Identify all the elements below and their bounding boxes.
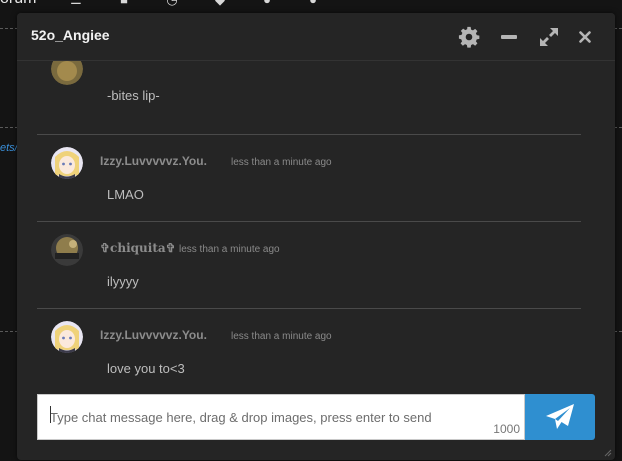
- message-text: ilyyyy: [107, 274, 139, 289]
- forum-top-bar: orum ☰ ■ ◷ ◆ ● ●: [0, 0, 622, 10]
- list-icon[interactable]: ☰: [69, 0, 83, 6]
- settings-button[interactable]: [457, 25, 481, 49]
- user-avatar[interactable]: [51, 321, 83, 353]
- forum-title-fragment[interactable]: orum: [0, 0, 36, 8]
- chat-header[interactable]: 52o_Angiee: [17, 13, 615, 61]
- forum-link-fragment[interactable]: ets/: [0, 142, 18, 154]
- message-text: -bites lip-: [107, 88, 160, 103]
- gear-icon: [458, 26, 480, 48]
- message-list[interactable]: -bites lip- Izzy.Luvvvvvz.You. less than…: [17, 61, 615, 391]
- message-text: love you to<3: [107, 361, 185, 376]
- text-caret: [50, 406, 51, 423]
- minimize-icon: [501, 35, 517, 39]
- message-timestamp: less than a minute ago: [179, 244, 280, 255]
- message-icon[interactable]: ■: [117, 0, 131, 6]
- expand-icon: [540, 28, 558, 46]
- user-avatar[interactable]: [51, 147, 83, 179]
- chat-message: -bites lip-: [37, 61, 581, 135]
- chat-message: ✞chiquita✞ less than a minute ago ilyyyy: [37, 222, 581, 309]
- user-avatar[interactable]: [51, 61, 83, 85]
- chat-window: 52o_Angiee -bites lip- Izzy.Luvvvvvz.You…: [17, 13, 615, 460]
- minimize-button[interactable]: [497, 25, 521, 49]
- users-icon[interactable]: ●: [306, 0, 320, 6]
- chat-message-input[interactable]: [38, 395, 524, 439]
- user-avatar[interactable]: [51, 234, 83, 266]
- chat-message: Izzy.Luvvvvvz.You. less than a minute ag…: [37, 135, 581, 222]
- message-timestamp: less than a minute ago: [231, 157, 332, 168]
- paper-plane-icon: [546, 404, 574, 429]
- user-icon[interactable]: ●: [260, 0, 274, 6]
- character-limit: 1000: [493, 422, 520, 436]
- close-icon: [579, 31, 591, 43]
- chat-message: Izzy.Luvvvvvz.You. less than a minute ag…: [37, 309, 581, 391]
- chat-title: 52o_Angiee: [31, 27, 110, 43]
- shield-icon[interactable]: ◆: [213, 0, 227, 6]
- close-button[interactable]: [573, 25, 597, 49]
- clock-icon[interactable]: ◷: [165, 0, 179, 6]
- message-username[interactable]: ✞chiquita✞: [100, 241, 176, 255]
- message-username[interactable]: Izzy.Luvvvvvz.You.: [100, 328, 207, 342]
- message-text: LMAO: [107, 187, 144, 202]
- message-username[interactable]: Izzy.Luvvvvvz.You.: [100, 154, 207, 168]
- resize-handle[interactable]: [604, 449, 612, 457]
- send-button[interactable]: [525, 394, 595, 440]
- expand-button[interactable]: [537, 25, 561, 49]
- message-timestamp: less than a minute ago: [231, 331, 332, 342]
- chat-input-area[interactable]: 1000: [37, 394, 525, 440]
